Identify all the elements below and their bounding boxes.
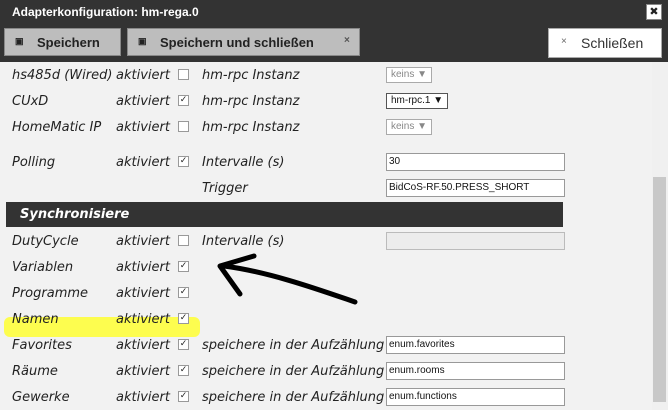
instance-select[interactable]: hm-rpc.1 ▼ xyxy=(386,93,449,109)
enabled-checkbox[interactable]: ✓ xyxy=(178,339,189,350)
row-setting-label: hm-rpc Instanz xyxy=(202,94,300,109)
row-setting-label: Intervalle (s) xyxy=(202,234,285,249)
dialog-titlebar: Adapterkonfiguration: hm-rega.0 ✖ xyxy=(0,0,668,24)
sync-row-gewerke: Gewerke aktiviert ✓ speichere in der Auf… xyxy=(0,384,652,410)
row-name: CUxD xyxy=(12,94,49,109)
close-button-label: Schließen xyxy=(581,35,644,51)
row-setting-label: Trigger xyxy=(202,181,248,196)
dutycycle-interval-input[interactable] xyxy=(386,232,565,250)
section-title: Synchronisiere xyxy=(20,207,130,222)
row-setting-label: Intervalle (s) xyxy=(202,155,285,170)
row-name: HomeMatic IP xyxy=(12,120,102,135)
row-name: hs485d (Wired) xyxy=(12,68,113,83)
row-status: aktiviert xyxy=(116,68,170,83)
sync-row-raeume: Räume aktiviert ✓ speichere in der Aufzä… xyxy=(0,358,652,384)
row-name: Polling xyxy=(12,155,56,170)
functions-enum-input[interactable]: enum.functions xyxy=(386,388,565,406)
save-button-label: Speichern xyxy=(37,35,100,50)
instance-select[interactable]: keins ▼ xyxy=(386,119,433,135)
save-and-close-label: Speichern und schließen xyxy=(160,35,314,50)
settings-row-cuxd: CUxD aktiviert ✓ hm-rpc Instanz hm-rpc.1… xyxy=(0,88,652,114)
row-name: DutyCycle xyxy=(12,234,79,249)
row-setting-label: speichere in der Aufzählung xyxy=(202,364,385,379)
row-status: aktiviert xyxy=(116,338,170,353)
close-icon: × xyxy=(344,35,350,46)
settings-panel: hs485d (Wired) aktiviert hm-rpc Instanz … xyxy=(0,62,652,410)
row-name: Favorites xyxy=(12,338,72,353)
instance-select[interactable]: keins ▼ xyxy=(386,67,433,83)
row-setting-label: speichere in der Aufzählung xyxy=(202,390,385,405)
save-button[interactable]: ▣ Speichern xyxy=(4,28,121,56)
row-name: Namen xyxy=(12,312,59,327)
vertical-scrollbar[interactable] xyxy=(652,62,668,410)
section-header: Synchronisiere xyxy=(6,202,563,227)
settings-row-polling: Polling aktiviert ✓ Intervalle (s) 30 xyxy=(0,149,652,175)
settings-row-hs485d: hs485d (Wired) aktiviert hm-rpc Instanz … xyxy=(0,62,652,88)
row-name: Gewerke xyxy=(12,390,70,405)
row-status: aktiviert xyxy=(116,260,170,275)
enabled-checkbox[interactable]: ✓ xyxy=(178,391,189,402)
enabled-checkbox[interactable]: ✓ xyxy=(178,156,189,167)
row-setting-label: speichere in der Aufzählung xyxy=(202,338,385,353)
annotation-arrow-icon xyxy=(217,253,358,305)
trigger-input[interactable]: BidCoS-RF.50.PRESS_SHORT xyxy=(386,179,565,197)
enabled-checkbox[interactable] xyxy=(178,121,189,132)
rooms-enum-input[interactable]: enum.rooms xyxy=(386,362,565,380)
enabled-checkbox[interactable]: ✓ xyxy=(178,261,189,272)
save-disk-icon: ▣ xyxy=(15,36,24,46)
dialog-title: Adapterkonfiguration: hm-rega.0 xyxy=(12,5,199,19)
settings-row-trigger: Trigger BidCoS-RF.50.PRESS_SHORT xyxy=(0,175,652,201)
row-status: aktiviert xyxy=(116,120,170,135)
save-and-close-button[interactable]: ▣ Speichern und schließen × xyxy=(127,28,360,56)
row-name: Variablen xyxy=(12,260,74,275)
enabled-checkbox[interactable]: ✓ xyxy=(178,313,189,324)
row-setting-label: hm-rpc Instanz xyxy=(202,120,300,135)
row-name: Programme xyxy=(12,286,89,301)
scrollbar-thumb[interactable] xyxy=(653,177,666,402)
close-button[interactable]: × Schließen xyxy=(548,28,662,58)
row-status: aktiviert xyxy=(116,94,170,109)
enabled-checkbox[interactable] xyxy=(178,69,189,80)
enabled-checkbox[interactable]: ✓ xyxy=(178,95,189,106)
settings-row-homematic-ip: HomeMatic IP aktiviert hm-rpc Instanz ke… xyxy=(0,114,652,140)
enabled-checkbox[interactable] xyxy=(178,235,189,246)
close-icon: × xyxy=(561,36,567,47)
enabled-checkbox[interactable]: ✓ xyxy=(178,287,189,298)
enabled-checkbox[interactable]: ✓ xyxy=(178,365,189,376)
row-status: aktiviert xyxy=(116,390,170,405)
row-name: Räume xyxy=(12,364,58,379)
row-setting-label: hm-rpc Instanz xyxy=(202,68,300,83)
favorites-enum-input[interactable]: enum.favorites xyxy=(386,336,565,354)
save-disk-icon: ▣ xyxy=(138,36,147,46)
row-status: aktiviert xyxy=(116,155,170,170)
row-status: aktiviert xyxy=(116,364,170,379)
sync-row-favorites: Favorites aktiviert ✓ speichere in der A… xyxy=(0,332,652,358)
row-status: aktiviert xyxy=(116,286,170,301)
toolbar: ▣ Speichern ▣ Speichern und schließen × … xyxy=(0,24,668,62)
row-status: aktiviert xyxy=(116,312,170,327)
close-icon[interactable]: ✖ xyxy=(646,4,662,20)
polling-interval-input[interactable]: 30 xyxy=(386,153,565,171)
row-status: aktiviert xyxy=(116,234,170,249)
